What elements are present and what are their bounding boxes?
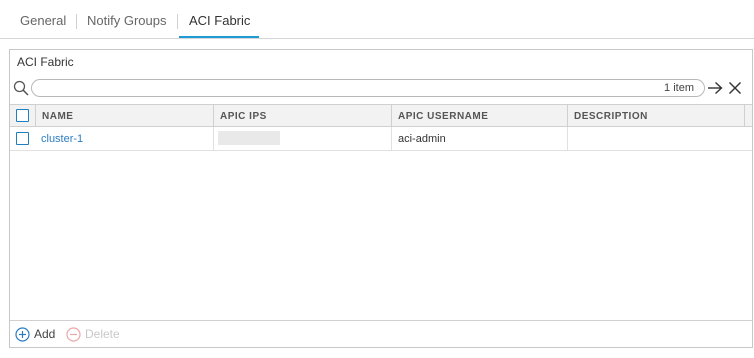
column-header-name[interactable]: NAME [35,105,213,127]
tab-divider [177,14,178,29]
tab-aci-fabric[interactable]: ACI Fabric [189,13,250,28]
column-header-spacer [744,105,752,127]
search-input[interactable] [31,79,705,97]
search-bar: 1 item [10,77,752,99]
tab-general[interactable]: General [20,13,66,28]
plus-circle-icon [15,326,30,342]
tab-notify-groups[interactable]: Notify Groups [87,13,166,28]
select-all-checkbox[interactable] [16,109,29,122]
panel-footer: Add Delete [10,320,752,347]
minus-circle-icon [66,326,81,342]
panel-title: ACI Fabric [17,55,74,69]
cell-name: cluster-1 [35,127,213,150]
column-header-apic-username[interactable]: APIC USERNAME [391,105,567,127]
arrow-right-icon[interactable] [707,81,723,95]
cell-description [567,127,752,150]
column-header-description[interactable]: DESCRIPTION [567,105,744,127]
cell-apic-ips [213,127,391,150]
column-header-apic-ips[interactable]: APIC IPS [213,105,391,127]
redacted-value [218,131,280,145]
add-label: Add [34,327,56,341]
delete-label: Delete [85,327,120,341]
row-checkbox[interactable] [16,132,29,145]
add-button[interactable]: Add [15,326,55,342]
table-header: NAME APIC IPS APIC USERNAME DESCRIPTION [10,104,752,127]
tab-bar: General Notify Groups ACI Fabric [0,0,754,39]
tab-divider [76,14,77,29]
search-icon [13,80,29,96]
name-link[interactable]: cluster-1 [41,133,83,145]
cell-apic-username: aci-admin [391,127,567,150]
active-tab-indicator [179,36,259,38]
delete-button[interactable]: Delete [66,326,120,342]
item-count: 1 item [664,82,694,94]
table-row[interactable]: cluster-1 aci-admin [10,127,752,151]
close-icon[interactable] [728,81,742,95]
aci-fabric-panel: ACI Fabric 1 item NAME APIC IPS APIC USE… [9,49,753,348]
